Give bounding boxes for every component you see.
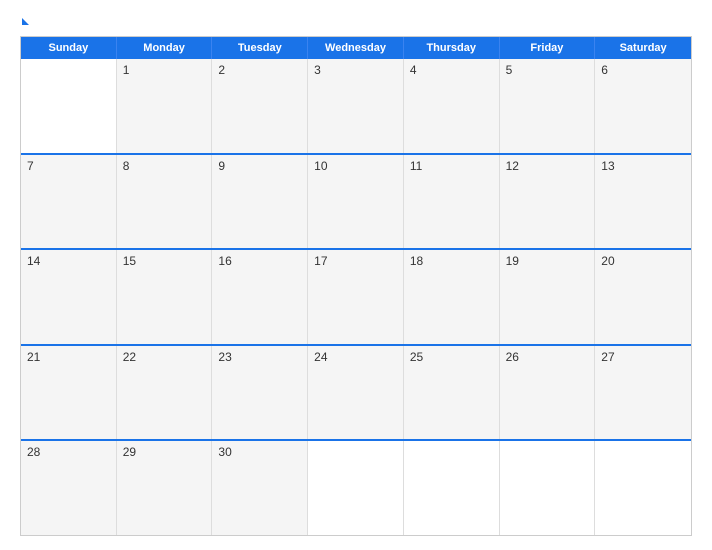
day-number: 6 — [601, 63, 608, 77]
day-cell: 19 — [500, 250, 596, 344]
day-cell: 5 — [500, 59, 596, 153]
day-header-wednesday: Wednesday — [308, 37, 404, 59]
day-cell: 25 — [404, 346, 500, 440]
calendar-grid: SundayMondayTuesdayWednesdayThursdayFrid… — [20, 36, 692, 536]
day-number: 24 — [314, 350, 327, 364]
day-cell: 6 — [595, 59, 691, 153]
day-number: 20 — [601, 254, 614, 268]
day-cell — [404, 441, 500, 535]
day-number: 26 — [506, 350, 519, 364]
day-header-thursday: Thursday — [404, 37, 500, 59]
day-number: 5 — [506, 63, 513, 77]
logo — [20, 18, 29, 26]
day-number: 19 — [506, 254, 519, 268]
day-number: 22 — [123, 350, 136, 364]
day-cell: 29 — [117, 441, 213, 535]
day-cell: 23 — [212, 346, 308, 440]
weeks-container: 1234567891011121314151617181920212223242… — [21, 59, 691, 535]
day-number: 18 — [410, 254, 423, 268]
week-row-1: 7 8 9 10 11 12 13 — [21, 153, 691, 249]
day-number: 3 — [314, 63, 321, 77]
day-number: 10 — [314, 159, 327, 173]
day-cell: 3 — [308, 59, 404, 153]
logo-blue-row — [20, 18, 29, 26]
day-number: 15 — [123, 254, 136, 268]
day-cell: 4 — [404, 59, 500, 153]
day-cell: 18 — [404, 250, 500, 344]
day-cell: 10 — [308, 155, 404, 249]
day-cell: 13 — [595, 155, 691, 249]
day-cell: 24 — [308, 346, 404, 440]
day-number: 16 — [218, 254, 231, 268]
week-row-0: 1 2 3 4 5 6 — [21, 59, 691, 153]
calendar-page: SundayMondayTuesdayWednesdayThursdayFrid… — [0, 0, 712, 550]
day-cell: 7 — [21, 155, 117, 249]
day-cell: 27 — [595, 346, 691, 440]
day-number: 8 — [123, 159, 130, 173]
day-header-sunday: Sunday — [21, 37, 117, 59]
day-number: 29 — [123, 445, 136, 459]
day-number: 1 — [123, 63, 130, 77]
day-number: 27 — [601, 350, 614, 364]
week-row-2: 14 15 16 17 18 19 20 — [21, 248, 691, 344]
week-row-4: 28 29 30 — [21, 439, 691, 535]
day-cell — [500, 441, 596, 535]
day-cell: 26 — [500, 346, 596, 440]
day-cell: 15 — [117, 250, 213, 344]
day-cell: 21 — [21, 346, 117, 440]
day-cell: 28 — [21, 441, 117, 535]
day-cell: 8 — [117, 155, 213, 249]
day-number: 11 — [410, 159, 422, 173]
day-cell — [308, 441, 404, 535]
day-number: 17 — [314, 254, 327, 268]
day-cell — [21, 59, 117, 153]
day-number: 21 — [27, 350, 40, 364]
day-cell: 30 — [212, 441, 308, 535]
day-number: 25 — [410, 350, 423, 364]
day-header-tuesday: Tuesday — [212, 37, 308, 59]
day-number: 2 — [218, 63, 225, 77]
day-number: 13 — [601, 159, 614, 173]
day-cell: 11 — [404, 155, 500, 249]
day-number: 12 — [506, 159, 519, 173]
day-cell: 2 — [212, 59, 308, 153]
day-cell: 17 — [308, 250, 404, 344]
day-header-friday: Friday — [500, 37, 596, 59]
logo-triangle-icon — [22, 18, 29, 25]
week-row-3: 21 22 23 24 25 26 27 — [21, 344, 691, 440]
day-cell: 16 — [212, 250, 308, 344]
day-cell: 20 — [595, 250, 691, 344]
day-number: 23 — [218, 350, 231, 364]
day-cell: 12 — [500, 155, 596, 249]
day-cell: 1 — [117, 59, 213, 153]
day-number: 9 — [218, 159, 225, 173]
day-number: 4 — [410, 63, 417, 77]
day-number: 28 — [27, 445, 40, 459]
day-headers-row: SundayMondayTuesdayWednesdayThursdayFrid… — [21, 37, 691, 59]
day-header-saturday: Saturday — [595, 37, 691, 59]
day-number: 7 — [27, 159, 34, 173]
header — [20, 18, 692, 26]
day-cell — [595, 441, 691, 535]
day-cell: 22 — [117, 346, 213, 440]
day-header-monday: Monday — [117, 37, 213, 59]
day-cell: 14 — [21, 250, 117, 344]
day-number: 30 — [218, 445, 231, 459]
day-number: 14 — [27, 254, 40, 268]
day-cell: 9 — [212, 155, 308, 249]
